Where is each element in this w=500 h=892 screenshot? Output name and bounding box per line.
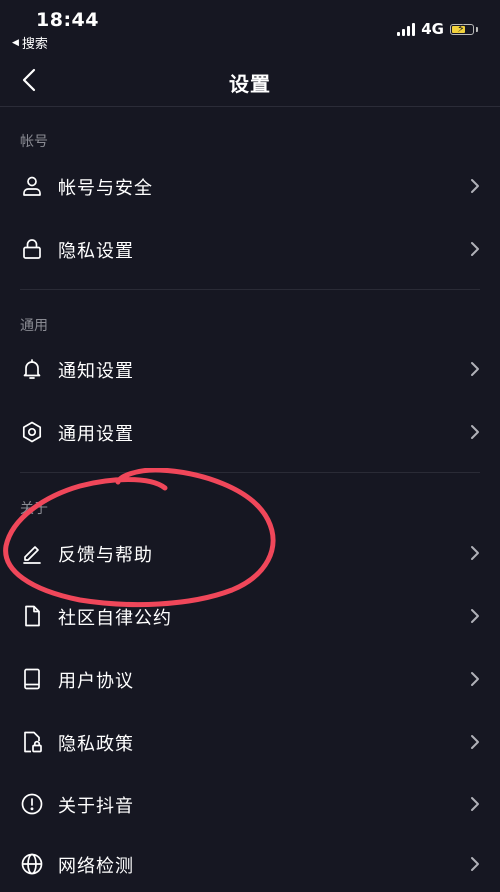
- section-divider: [20, 289, 480, 290]
- chevron-right-icon: [470, 608, 480, 624]
- settings-item-label: 通知设置: [58, 361, 134, 382]
- chevron-right-icon: [470, 361, 480, 377]
- person-icon: [20, 174, 44, 198]
- section-header-account: 帐号: [20, 134, 48, 150]
- chevron-right-icon: [470, 856, 480, 872]
- settings-item-label: 帐号与安全: [58, 178, 153, 199]
- document-icon: [20, 604, 44, 628]
- lock-icon: [20, 237, 44, 261]
- section-divider: [20, 472, 480, 473]
- chevron-right-icon: [470, 424, 480, 440]
- chevron-right-icon: [470, 796, 480, 812]
- info-icon: [20, 792, 44, 816]
- settings-item-label: 隐私政策: [58, 734, 134, 755]
- settings-item-label: 隐私设置: [58, 241, 134, 262]
- back-triangle-icon: ◀: [12, 37, 19, 48]
- back-app-label: 搜索: [21, 37, 48, 52]
- chevron-right-icon: [470, 241, 480, 257]
- nav-bar: 设置: [0, 56, 500, 107]
- settings-item-community-guidelines[interactable]: 社区自律公约: [0, 588, 500, 644]
- settings-item-account-security[interactable]: 帐号与安全: [0, 158, 500, 214]
- globe-icon: [20, 852, 44, 876]
- settings-item-label: 用户协议: [58, 671, 134, 692]
- settings-item-label: 社区自律公约: [58, 608, 172, 629]
- battery-cap: [476, 26, 478, 32]
- book-icon: [20, 667, 44, 691]
- settings-item-user-agreement[interactable]: 用户协议: [0, 651, 500, 707]
- chevron-right-icon: [470, 734, 480, 750]
- network-type: 4G: [421, 20, 444, 38]
- settings-item-about-douyin[interactable]: 关于抖音: [0, 776, 500, 832]
- settings-item-label: 反馈与帮助: [58, 545, 153, 566]
- settings-item-general-settings[interactable]: 通用设置: [0, 404, 500, 460]
- chevron-right-icon: [470, 178, 480, 194]
- settings-item-privacy-settings[interactable]: 隐私设置: [0, 221, 500, 277]
- settings-item-label: 通用设置: [58, 424, 134, 445]
- settings-item-label: 网络检测: [58, 856, 134, 877]
- file-lock-icon: [20, 730, 44, 754]
- gear-icon: [20, 420, 44, 444]
- section-header-general: 通用: [20, 318, 48, 334]
- settings-item-privacy-policy[interactable]: 隐私政策: [0, 714, 500, 770]
- back-to-app-link[interactable]: ◀ 搜索: [12, 33, 48, 52]
- settings-item-label: 关于抖音: [58, 796, 134, 817]
- status-bar: 18:44 ◀ 搜索 4G ⚡: [0, 0, 500, 56]
- chevron-right-icon: [470, 545, 480, 561]
- settings-item-notifications[interactable]: 通知设置: [0, 341, 500, 397]
- status-indicators: 4G ⚡: [397, 20, 478, 38]
- page-title: 设置: [229, 72, 271, 96]
- bell-icon: [20, 357, 44, 381]
- battery-icon: ⚡: [450, 22, 474, 35]
- settings-item-feedback-help[interactable]: 反馈与帮助: [0, 525, 500, 581]
- chevron-right-icon: [470, 671, 480, 687]
- section-header-about: 关于: [20, 501, 48, 517]
- settings-item-network-test[interactable]: 网络检测: [0, 836, 500, 892]
- pencil-icon: [20, 541, 44, 565]
- signal-icon: [397, 22, 416, 36]
- status-time: 18:44: [36, 9, 99, 31]
